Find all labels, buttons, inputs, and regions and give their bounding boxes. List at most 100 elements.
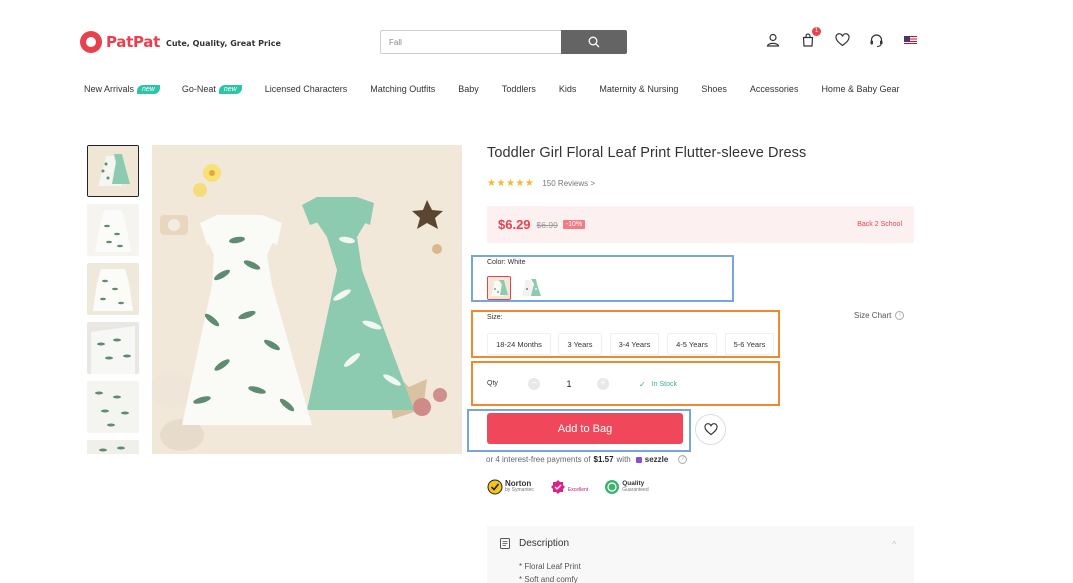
description-line: * Soft and comfy [519,575,578,583]
description-panel[interactable]: Description ^ * Floral Leaf Print * Soft… [487,526,914,583]
norton-label: Norton [505,479,532,488]
add-to-wishlist-button[interactable] [695,414,726,445]
user-icon [766,33,780,47]
trust-badges: Norton by Symantec Excellent Quality Gua… [487,479,665,495]
size-option-18-24-months[interactable]: 18-24 Months [487,333,551,355]
main-nav: New Arrivals new Go-Neat new Licensed Ch… [84,84,899,94]
description-line: * Floral Leaf Print [519,562,581,571]
installment-with: with [616,455,631,464]
nav-label: New Arrivals [84,84,135,94]
stock-label: In Stock [651,381,677,388]
product-title: Toddler Girl Floral Leaf Print Flutter-s… [487,145,807,161]
new-badge: new [218,84,242,94]
logo-tagline: Cute, Quality, Great Price [165,39,281,48]
nav-accessories[interactable]: Accessories [750,84,799,94]
description-title: Description [519,538,570,549]
thumbnail[interactable] [87,145,139,197]
nav-licensed-characters[interactable]: Licensed Characters [265,84,348,94]
nav-new-arrivals[interactable]: New Arrivals new [84,84,160,94]
reviews-link[interactable]: 150 Reviews > [542,179,595,188]
highlight-qty-section [471,361,780,406]
norton-badge: Norton by Symantec [487,479,534,495]
qty-input[interactable]: 1 [545,372,593,396]
color-label: Color: White [487,259,526,266]
quality-badge: Quality Guaranteed [604,479,649,495]
nav-matching-outfits[interactable]: Matching Outfits [370,84,435,94]
logo-text: PatPat [106,33,160,51]
search-input[interactable] [380,30,561,54]
swatch-image [488,277,510,299]
color-swatch-green[interactable] [519,276,543,300]
size-chart-link[interactable]: Size Chart i [854,311,905,320]
norton-sublabel: by Symantec [505,487,534,493]
promo-label[interactable]: Back 2 School [857,221,902,228]
sezzle-logo-icon [635,456,642,463]
nav-shoes[interactable]: Shoes [701,84,727,94]
qty-decrease-button[interactable]: − [528,378,540,390]
star-icon: ★ [496,178,506,189]
star-icon: ★ [524,178,534,189]
thumbnail[interactable] [87,263,139,315]
new-badge: new [137,84,160,94]
search-button[interactable] [561,30,627,54]
size-option-5-6-years[interactable]: 5-6 Years [725,333,774,355]
thumbnail-image [87,381,139,433]
star-icon: ★ [505,178,515,189]
nav-maternity-nursing[interactable]: Maternity & Nursing [599,84,678,94]
headset-icon [870,33,882,47]
installment-text: or 4 interest-free payments of [486,455,591,464]
thumbnail[interactable] [87,204,139,256]
cart-button[interactable]: 1 [800,27,821,48]
qty-increase-button[interactable]: + [597,378,609,390]
star-icon: ★ [487,178,496,189]
check-icon: ✓ [639,380,646,389]
nav-kids[interactable]: Kids [559,84,577,94]
nav-label: Go-Neat [181,84,216,94]
quality-icon [605,480,620,494]
size-label: Size: [487,314,503,321]
discount-badge: -10% [562,220,586,229]
thumbnail-image [87,440,139,454]
star-icon: ★ [515,178,525,189]
qty-label: Qty [487,380,498,387]
reseller-ratings-icon [550,480,565,494]
size-option-3-4-years[interactable]: 3-4 Years [610,333,659,355]
plus-icon: + [600,378,606,389]
logo[interactable]: PatPat Cute, Quality, Great Price [80,31,281,53]
installment-info: or 4 interest-free payments of $1.57 wit… [486,455,688,464]
thumbnail-image [87,263,139,315]
thumbnail[interactable] [87,381,139,433]
product-photo [152,145,462,454]
support-button[interactable] [868,32,884,48]
nav-baby[interactable]: Baby [458,84,479,94]
nav-go-neat[interactable]: Go-Neat new [182,84,242,94]
thumbnail[interactable] [87,440,139,454]
reseller-badge: Excellent [550,479,588,495]
info-icon[interactable]: ? [678,455,688,464]
heart-icon [703,423,718,436]
nav-toddlers[interactable]: Toddlers [502,84,536,94]
info-icon: i [895,311,905,320]
minus-icon: − [531,378,537,389]
chevron-up-icon[interactable]: ^ [892,540,896,549]
rating[interactable]: ★ ★ ★ ★ ★ 150 Reviews > [487,178,595,189]
sezzle-logo: sezzle [644,455,669,464]
description-header[interactable]: Description [500,538,569,549]
logo-icon [80,31,102,53]
nav-home-baby-gear[interactable]: Home & Baby Gear [821,84,899,94]
add-to-bag-button[interactable]: Add to Bag [487,413,683,444]
thumbnail[interactable] [87,322,139,374]
search-bar [380,30,627,54]
account-button[interactable] [765,32,781,48]
size-option-4-5-years[interactable]: 4-5 Years [667,333,717,355]
wishlist-button[interactable] [834,32,850,48]
quality-label: Quality [622,480,645,487]
thumbnail-image [87,204,139,256]
us-flag-icon[interactable] [904,36,917,44]
color-swatch-white[interactable] [487,276,511,300]
installment-amount: $1.57 [593,455,614,464]
size-chart-label: Size Chart [854,311,892,320]
product-main-image[interactable] [152,145,462,454]
cart-count-badge: 1 [812,27,821,36]
size-option-3-years[interactable]: 3 Years [558,333,602,355]
